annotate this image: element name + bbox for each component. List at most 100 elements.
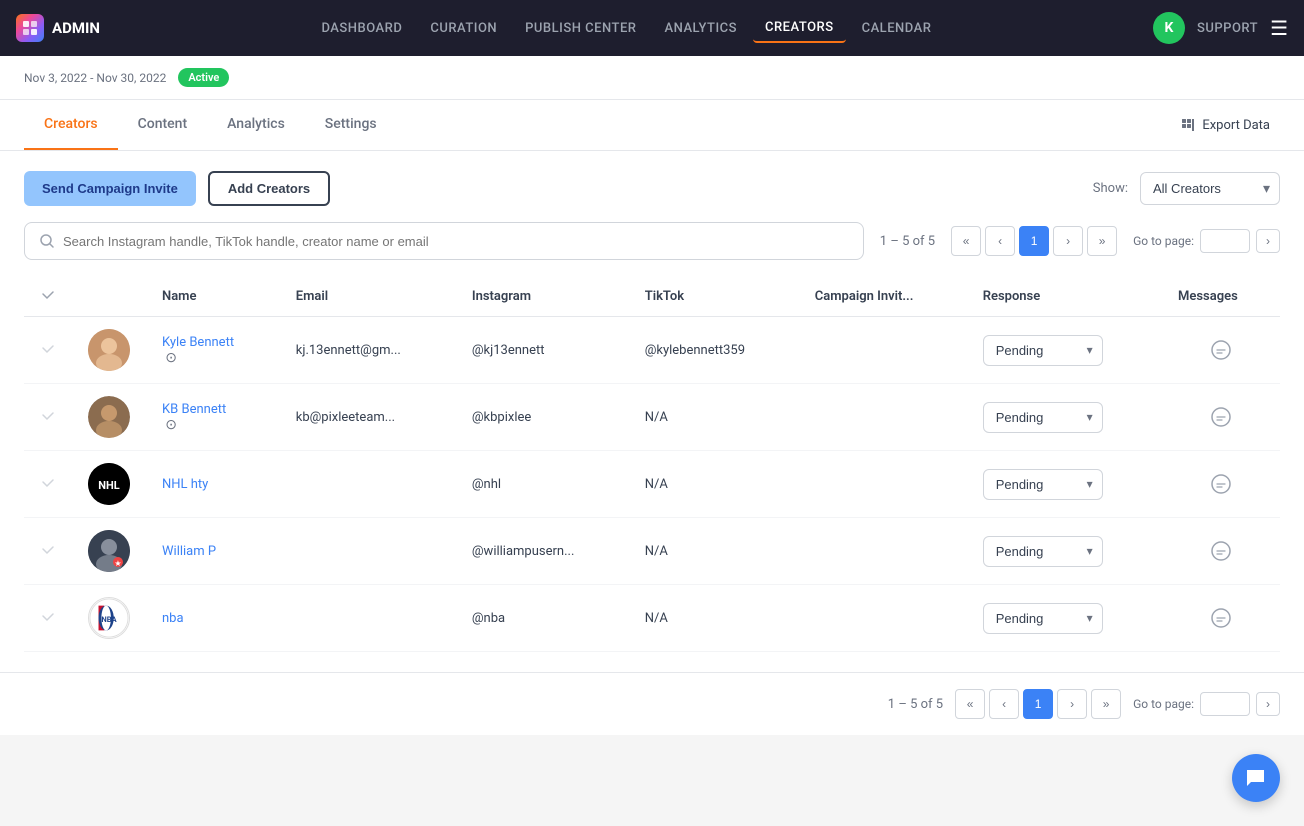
response-select[interactable]: PendingAcceptedDeclined [983, 603, 1103, 634]
admin-logo[interactable]: ADMIN [16, 14, 100, 42]
show-label: Show: [1093, 181, 1128, 196]
show-select[interactable]: All Creators Accepted Pending Declined [1140, 172, 1280, 205]
nav-creators[interactable]: CREATORS [753, 14, 846, 43]
page-1-button[interactable]: 1 [1019, 226, 1049, 256]
creator-avatar-cell [72, 317, 146, 384]
avatar-image: ★ [88, 530, 130, 572]
tab-creators[interactable]: Creators [24, 100, 118, 150]
verified-icon: ⊙ [165, 350, 177, 366]
last-page-button[interactable]: » [1087, 226, 1117, 256]
creator-instagram: @kbpixlee [456, 384, 629, 451]
nba-logo: NBA [89, 597, 129, 639]
nav-analytics[interactable]: ANALYTICS [652, 15, 749, 42]
tab-content[interactable]: Content [118, 100, 208, 150]
creator-tiktok: N/A [629, 585, 799, 652]
message-icon[interactable] [1178, 406, 1264, 428]
creator-response-cell: PendingAcceptedDeclined [967, 518, 1162, 585]
support-link[interactable]: SUPPORT [1197, 21, 1258, 36]
send-campaign-invite-button[interactable]: Send Campaign Invite [24, 171, 196, 206]
bottom-page-1-button[interactable]: 1 [1023, 689, 1053, 719]
instagram-header: Instagram [456, 276, 629, 317]
creator-instagram: @williampusern... [456, 518, 629, 585]
go-to-page: Go to page: › [1133, 229, 1280, 253]
nav-links: DASHBOARD CURATION PUBLISH CENTER ANALYT… [124, 14, 1129, 43]
prev-page-button[interactable]: ‹ [985, 226, 1015, 256]
bottom-last-page-button[interactable]: » [1091, 689, 1121, 719]
pagination-info: 1 – 5 of 5 [880, 234, 935, 249]
creator-name-link[interactable]: William P [162, 544, 264, 559]
creator-response-cell: PendingAcceptedDeclined [967, 451, 1162, 518]
creator-messages-cell [1162, 585, 1280, 652]
message-icon[interactable] [1178, 473, 1264, 495]
creator-campaign-invite [799, 451, 967, 518]
search-row: 1 – 5 of 5 « ‹ 1 › » Go to page: › [24, 222, 1280, 260]
creator-name-link[interactable]: NHL hty [162, 477, 264, 492]
creator-avatar-cell: NBA [72, 585, 146, 652]
nav-calendar[interactable]: CALENDAR [850, 15, 944, 42]
message-icon[interactable] [1178, 540, 1264, 562]
avatar-image [88, 329, 130, 371]
verified-icon: ⊙ [165, 417, 177, 433]
go-to-page-input[interactable] [1200, 229, 1250, 253]
creators-table: Name Email Instagram TikTok Campaign Inv… [24, 276, 1280, 652]
creator-avatar [88, 329, 130, 371]
tab-settings[interactable]: Settings [305, 100, 397, 150]
chat-bubble-button[interactable] [1232, 754, 1280, 802]
tab-analytics[interactable]: Analytics [207, 100, 305, 150]
nav-dashboard[interactable]: DASHBOARD [309, 15, 414, 42]
add-creators-button[interactable]: Add Creators [208, 171, 330, 206]
table-row: KB Bennett ⊙ kb@pixleeteam... @kbpixlee … [24, 384, 1280, 451]
response-select[interactable]: PendingAcceptedDeclined [983, 335, 1103, 366]
select-all-header[interactable] [24, 276, 72, 317]
row-checkbox[interactable] [24, 518, 72, 585]
row-checkbox[interactable] [24, 585, 72, 652]
page-tabs: Creators Content Analytics Settings [24, 100, 397, 150]
message-icon[interactable] [1178, 607, 1264, 629]
nav-curation[interactable]: CURATION [418, 15, 509, 42]
svg-text:NBA: NBA [101, 615, 117, 624]
creator-avatar [88, 396, 130, 438]
show-select-wrapper: All Creators Accepted Pending Declined [1140, 172, 1280, 205]
creator-name-cell: KB Bennett ⊙ [146, 384, 280, 451]
row-checkbox[interactable] [24, 384, 72, 451]
bottom-next-page-button[interactable]: › [1057, 689, 1087, 719]
email-header: Email [280, 276, 456, 317]
response-select[interactable]: PendingAcceptedDeclined [983, 536, 1103, 567]
bottom-go-to-page-submit[interactable]: › [1256, 692, 1280, 716]
export-data-button[interactable]: Export Data [1170, 111, 1280, 139]
creator-avatar-cell [72, 384, 146, 451]
hamburger-icon[interactable]: ☰ [1270, 16, 1288, 40]
messages-header: Messages [1162, 276, 1280, 317]
avatar[interactable]: K [1153, 12, 1185, 44]
creator-name-link[interactable]: nba [162, 611, 264, 626]
bottom-pagination-controls: « ‹ 1 › » [955, 689, 1121, 719]
creator-name-cell: Kyle Bennett ⊙ [146, 317, 280, 384]
search-input-wrapper [24, 222, 864, 260]
nav-publish-center[interactable]: PUBLISH CENTER [513, 15, 648, 42]
bottom-prev-page-button[interactable]: ‹ [989, 689, 1019, 719]
response-select[interactable]: PendingAcceptedDeclined [983, 469, 1103, 500]
export-label: Export Data [1202, 118, 1270, 133]
row-checkbox[interactable] [24, 317, 72, 384]
first-page-button[interactable]: « [951, 226, 981, 256]
creator-avatar: ★ [88, 530, 130, 572]
bottom-first-page-button[interactable]: « [955, 689, 985, 719]
message-icon[interactable] [1178, 339, 1264, 361]
creator-name-link[interactable]: KB Bennett [162, 402, 264, 417]
creator-name-link[interactable]: Kyle Bennett [162, 335, 264, 350]
row-checkbox[interactable] [24, 451, 72, 518]
creator-messages-cell [1162, 384, 1280, 451]
go-to-page-submit[interactable]: › [1256, 229, 1280, 253]
bottom-go-to-page-input[interactable] [1200, 692, 1250, 716]
response-header: Response [967, 276, 1162, 317]
table-toolbar: Send Campaign Invite Add Creators Show: … [24, 171, 1280, 206]
go-to-page-label: Go to page: [1133, 234, 1194, 248]
creator-campaign-invite [799, 384, 967, 451]
response-select[interactable]: PendingAcceptedDeclined [983, 402, 1103, 433]
creator-name-cell: William P [146, 518, 280, 585]
next-page-button[interactable]: › [1053, 226, 1083, 256]
campaign-banner: Nov 3, 2022 - Nov 30, 2022 Active [0, 56, 1304, 100]
svg-text:NHL: NHL [98, 479, 120, 492]
search-input[interactable] [63, 234, 849, 249]
creator-response-cell: PendingAcceptedDeclined [967, 384, 1162, 451]
